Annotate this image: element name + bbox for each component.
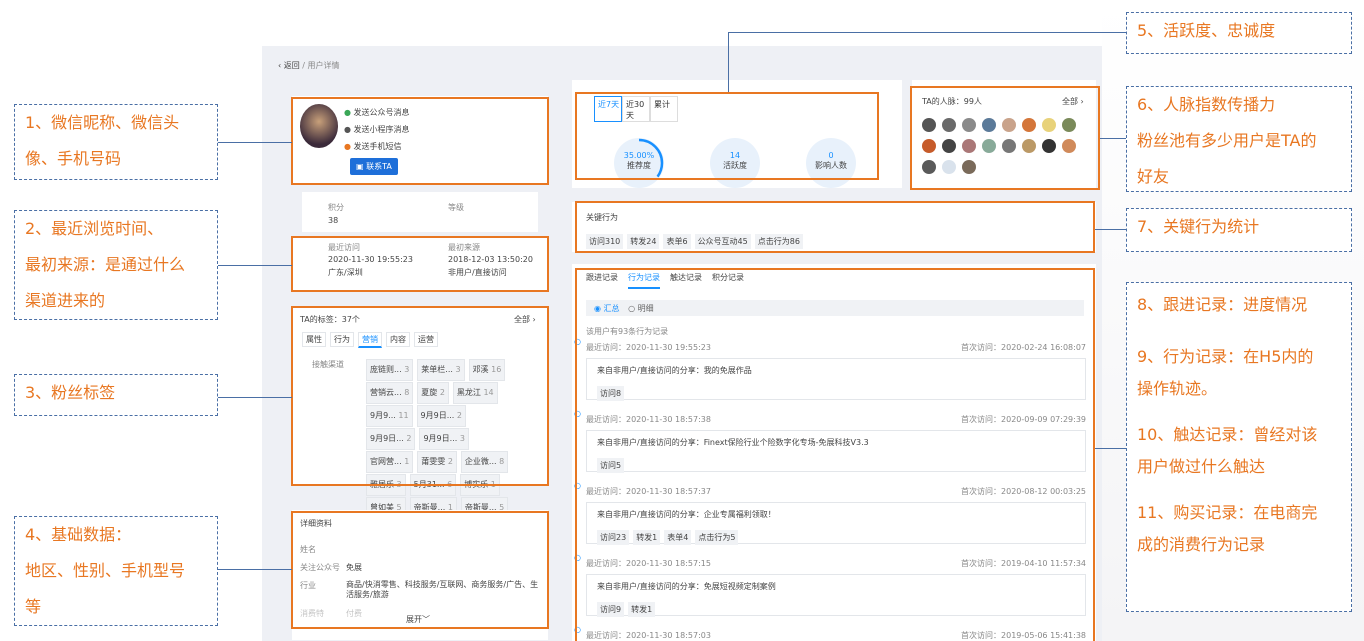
points-value: 38 [328, 216, 339, 225]
highlight-activity [575, 92, 879, 180]
highlight-records [575, 268, 1095, 641]
highlight-visit [291, 236, 549, 292]
note-1: 1、微信昵称、微信头 像、手机号码 [14, 104, 218, 180]
note-8-11: 8、跟进记录：进度情况 9、行为记录：在H5内的 操作轨迹。 10、触达记录：曾经… [1126, 282, 1352, 612]
points-card: 积分 38 等级 [302, 192, 538, 232]
highlight-tags [291, 306, 549, 486]
note-5: 5、活跃度、忠诚度 [1126, 12, 1352, 54]
note-4: 4、基础数据： 地区、性别、手机型号等 [14, 516, 218, 626]
highlight-profile [291, 97, 549, 185]
note-7: 7、关键行为统计 [1126, 208, 1352, 252]
breadcrumb: ‹ 返回 / 用户详情 [278, 61, 340, 70]
note-6: 6、人脉指数传播力 粉丝池有多少用户是TA的 好友 [1126, 86, 1352, 192]
highlight-network [910, 86, 1100, 190]
note-3: 3、粉丝标签 [14, 374, 218, 416]
page-title: 用户详情 [307, 61, 340, 70]
highlight-details [291, 511, 549, 629]
note-2: 2、最近浏览时间、 最初来源：是通过什么 渠道进来的 [14, 210, 218, 320]
highlight-key-actions [575, 201, 1095, 253]
back-link[interactable]: 返回 [284, 61, 300, 70]
